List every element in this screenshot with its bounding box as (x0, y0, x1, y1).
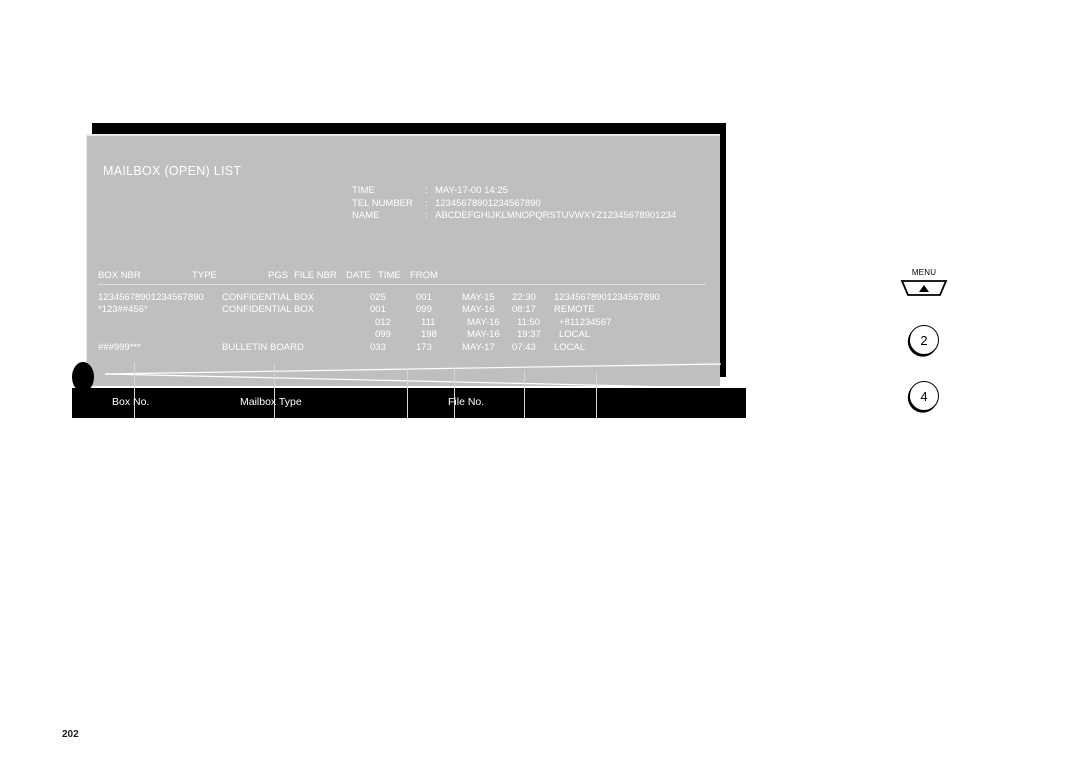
callout-leader-line (596, 372, 598, 418)
cell-time: 07:43 (512, 341, 536, 353)
table-header-date: DATE (346, 270, 371, 281)
cell-from: LOCAL (559, 329, 591, 341)
cell-file-nbr: 099 (416, 304, 432, 316)
printout-sheet: MAILBOX (OPEN) LIST TIME: MAY-17-00 14:25… (86, 134, 721, 388)
table-row: ###999*** BULLETIN BOARD 033 173 MAY-17 07:43… (98, 342, 706, 354)
cell-time: 22:30 (512, 292, 536, 303)
cell-file-nbr: 111 (421, 316, 436, 328)
table-header-time: TIME (378, 270, 401, 281)
callout-label-box-no: Box No. (112, 396, 150, 408)
cell-date: MAY-17 (462, 341, 495, 353)
cell-file-nbr: 173 (416, 341, 432, 353)
key-callouts: MENU 2 4 (898, 268, 958, 428)
cell-pgs: 012 (375, 316, 391, 328)
callout-bar: Box No. Mailbox Type File No. (72, 362, 746, 418)
callout-leader-line (524, 370, 526, 418)
table-row: 012 111 MAY-16 11:50 +811234567 (98, 317, 706, 329)
num-key-4[interactable]: 4 (909, 381, 939, 411)
meta-value-name: ABCDEFGHIJKLMNOPQRSTUVWXYZ12345678901234 (435, 210, 677, 222)
printout-meta-block: TIME: MAY-17-00 14:25 TEL NUMBER:12345678… (352, 185, 676, 223)
cell-pgs: 099 (375, 329, 391, 341)
cell-file-nbr: 001 (416, 292, 432, 303)
table-row: 099 198 MAY-16 19:37 LOCAL (98, 329, 706, 341)
meta-sep-time: : (425, 185, 428, 196)
cell-from: LOCAL (554, 341, 586, 353)
menu-key-label: MENU (911, 268, 937, 277)
printout-title: MAILBOX (OPEN) LIST (103, 164, 242, 178)
cell-pgs: 033 (370, 341, 386, 353)
cell-date: MAY-16 (467, 329, 500, 341)
cell-from: REMOTE (554, 304, 595, 316)
num-key-2-label: 2 (920, 332, 928, 348)
table-row: 12345678901234567890 CONFIDENTIAL BOX 025 0… (98, 292, 706, 304)
cell-type: BULLETIN BOARD (222, 341, 304, 353)
cell-pgs: 025 (370, 292, 386, 303)
table-header-box-nbr: BOX NBR (98, 270, 141, 281)
num-key-4-label: 4 (920, 388, 928, 404)
mailbox-list-table: BOX NBR TYPE PGS FILE NBR DATE TIME FROM 12345… (98, 270, 706, 360)
table-header-row: BOX NBR TYPE PGS FILE NBR DATE TIME FROM (98, 270, 706, 285)
meta-label-time: TIME (352, 185, 375, 196)
menu-up-triangle-icon (900, 280, 948, 296)
callout-leader-line (274, 364, 276, 418)
table-header-type: TYPE (192, 270, 217, 281)
cell-date: MAY-16 (462, 304, 495, 316)
printout-illustration: MAILBOX (OPEN) LIST TIME: MAY-17-00 14:25… (0, 0, 1080, 763)
table-header-from: FROM (410, 270, 438, 281)
cell-time: 08:17 (512, 304, 536, 316)
page-number: 202 (62, 729, 79, 740)
meta-sep-name: : (425, 210, 428, 222)
meta-row-tel-number: TEL NUMBER:12345678901234567890 (352, 198, 676, 211)
meta-value-time: MAY-17-00 14:25 (435, 185, 508, 196)
meta-sep-tel-number: : (425, 197, 428, 209)
cell-file-nbr: 198 (421, 329, 437, 341)
callout-label-file-no: File No. (448, 396, 485, 408)
meta-row-time: TIME: MAY-17-00 14:25 (352, 185, 676, 198)
table-header-file-nbr: FILE NBR (294, 270, 337, 281)
meta-label-tel-number: TEL NUMBER (352, 197, 413, 209)
menu-key[interactable]: MENU (898, 268, 950, 303)
cell-type: CONFIDENTIAL BOX (222, 292, 315, 303)
table-body: 12345678901234567890 CONFIDENTIAL BOX 025 0… (98, 292, 706, 360)
cell-pgs: 001 (370, 304, 386, 316)
num-key-2[interactable]: 2 (909, 325, 939, 355)
meta-row-name: NAME: ABCDEFGHIJKLMNOPQRSTUVWXYZ123456789… (352, 210, 676, 223)
cell-type: CONFIDENTIAL BOX (222, 304, 315, 316)
cell-time: 19:37 (517, 329, 541, 341)
callout-label-mailbox-type: Mailbox Type (240, 396, 302, 408)
cell-date: MAY-16 (467, 316, 500, 328)
table-header-pgs: PGS (268, 270, 289, 281)
cell-box-nbr: *123##456* (98, 304, 148, 316)
cell-box-nbr: ###999*** (98, 341, 141, 353)
callout-leader-line (407, 367, 409, 418)
cell-from: 12345678901234567890 (554, 292, 660, 303)
callout-leader-line (134, 362, 136, 418)
meta-value-tel-number: 12345678901234567890 (435, 197, 541, 209)
cell-date: MAY-15 (462, 292, 495, 303)
cell-from: +811234567 (559, 316, 612, 328)
callout-leader-line (454, 368, 456, 418)
meta-label-name: NAME (352, 210, 380, 222)
cell-box-nbr: 12345678901234567890 (98, 292, 204, 303)
table-row: *123##456* CONFIDENTIAL BOX 001 099 MAY-16 08… (98, 304, 706, 316)
cell-time: 11:50 (517, 316, 541, 328)
